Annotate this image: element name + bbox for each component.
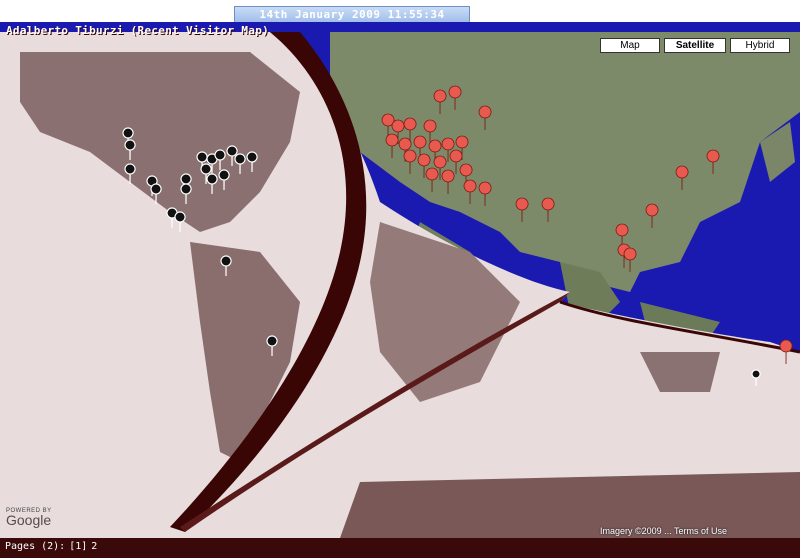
page-link-next[interactable]: 2	[91, 541, 97, 552]
footer-bar: Pages (2): [1] 2	[0, 538, 800, 558]
map-canvas[interactable]	[0, 22, 800, 538]
pages-prefix: Pages (2):	[5, 541, 66, 552]
page-link-current[interactable]: [1]	[69, 541, 87, 552]
antarctica-land	[340, 472, 800, 538]
satellite-view-button[interactable]: Satellite	[664, 38, 726, 53]
map-attribution[interactable]: Imagery ©2009 ... Terms of Use	[600, 526, 727, 536]
google-logo[interactable]: POWERED BY Google	[6, 508, 52, 528]
map-type-controls: Map Satellite Hybrid	[600, 38, 790, 53]
map-view-button[interactable]: Map	[600, 38, 660, 53]
map-title: Adalberto Tiburzi (Recent Visitor Map)	[6, 24, 270, 37]
header-bar: 14th January 2009 11:55:34	[0, 0, 800, 24]
hybrid-view-button[interactable]: Hybrid	[730, 38, 790, 53]
pagination: Pages (2): [1] 2	[5, 541, 97, 552]
google-wordmark: Google	[6, 512, 52, 528]
visitor-map[interactable]: Adalberto Tiburzi (Recent Visitor Map) M…	[0, 22, 800, 538]
